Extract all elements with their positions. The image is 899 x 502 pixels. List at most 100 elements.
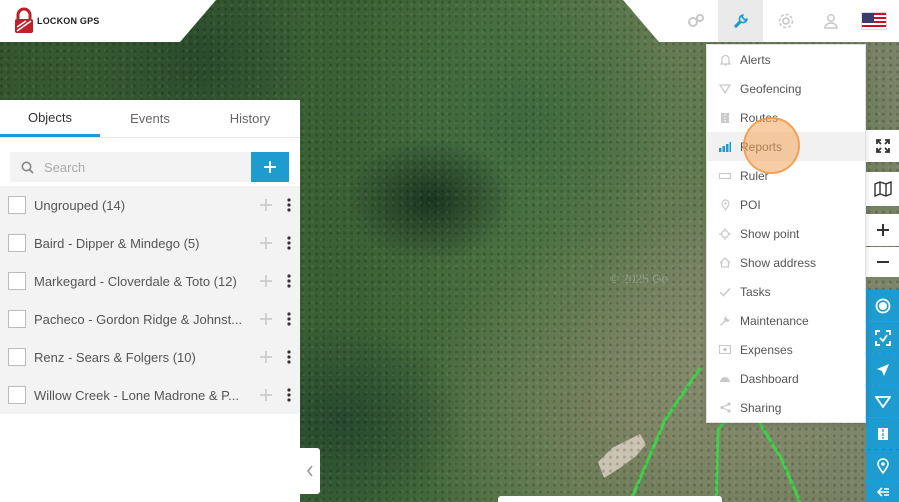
tab-events[interactable]: Events <box>100 100 200 137</box>
menu-item-dashboard[interactable]: Dashboard <box>707 364 865 393</box>
plus-icon <box>260 199 272 211</box>
expand-group-button[interactable] <box>254 186 278 224</box>
group-checkbox[interactable] <box>8 386 26 404</box>
more-toggle-icon <box>876 487 889 497</box>
brand-logo[interactable]: LOCKON GPS <box>14 7 100 35</box>
brand-name: LOCKON GPS <box>37 16 100 26</box>
group-row[interactable]: Pacheco - Gordon Ridge & Johnst... <box>0 300 300 338</box>
expand-group-button[interactable] <box>254 300 278 338</box>
topbar-right <box>623 0 899 42</box>
group-label: Baird - Dipper & Mindego (5) <box>34 235 200 251</box>
bar-chart-icon <box>719 141 731 153</box>
zoom-in-button[interactable] <box>866 214 899 246</box>
map-layers-icon <box>873 181 892 197</box>
group-checkbox[interactable] <box>8 234 26 252</box>
tab-history[interactable]: History <box>200 100 300 137</box>
group-checkbox[interactable] <box>8 348 26 366</box>
add-object-button[interactable] <box>251 152 289 182</box>
search-row <box>0 138 300 186</box>
map-layers-button[interactable] <box>866 172 899 206</box>
wrench-icon <box>719 315 731 327</box>
check-icon <box>719 286 731 298</box>
group-row[interactable]: Willow Creek - Lone Madrone & P... <box>0 376 300 414</box>
objects-settings-button[interactable] <box>673 0 718 42</box>
plus-icon <box>260 351 272 363</box>
menu-item-tasks[interactable]: Tasks <box>707 277 865 306</box>
geofence-toggle-button[interactable] <box>866 386 899 417</box>
expand-group-button[interactable] <box>254 224 278 262</box>
user-icon <box>823 14 838 29</box>
settings-button[interactable] <box>763 0 808 42</box>
group-menu-button[interactable] <box>278 300 300 338</box>
user-button[interactable] <box>808 0 853 42</box>
fit-bounds-button[interactable] <box>866 322 899 353</box>
more-vertical-icon <box>287 274 291 288</box>
collapse-panel-button[interactable] <box>300 448 320 494</box>
menu-item-label: Alerts <box>740 52 771 67</box>
menu-item-poi[interactable]: POI <box>707 190 865 219</box>
route-line <box>628 367 702 502</box>
search-input[interactable] <box>44 159 224 175</box>
objects-panel: Objects Events History Ungrouped (14) <box>0 100 300 502</box>
group-row[interactable]: Baird - Dipper & Mindego (5) <box>0 224 300 262</box>
more-toggle-button[interactable] <box>866 482 899 502</box>
menu-item-routes[interactable]: Routes <box>707 103 865 132</box>
objects-settings-icon <box>687 14 704 27</box>
group-menu-button[interactable] <box>278 376 300 414</box>
menu-item-show-point[interactable]: Show point <box>707 219 865 248</box>
map-clearing <box>598 434 646 478</box>
gauge-icon <box>719 373 731 385</box>
tools-button[interactable] <box>718 0 763 42</box>
menu-item-label: Expenses <box>740 342 793 357</box>
tab-objects[interactable]: Objects <box>0 100 100 137</box>
fullscreen-button[interactable] <box>866 130 899 162</box>
menu-item-geofencing[interactable]: Geofencing <box>707 74 865 103</box>
expand-group-button[interactable] <box>254 338 278 376</box>
routes-toggle-button[interactable] <box>866 418 899 449</box>
objects-toggle-button[interactable] <box>866 290 899 321</box>
menu-item-expenses[interactable]: Expenses <box>707 335 865 364</box>
my-location-button[interactable] <box>866 354 899 385</box>
menu-item-label: Ruler <box>740 168 769 183</box>
menu-item-maintenance[interactable]: Maintenance <box>707 306 865 335</box>
group-menu-button[interactable] <box>278 186 300 224</box>
bell-icon <box>719 54 731 66</box>
menu-item-label: Show point <box>740 226 800 241</box>
zoom-out-button[interactable] <box>866 247 899 277</box>
group-label: Markegard - Cloverdale & Toto (12) <box>34 273 237 289</box>
group-menu-button[interactable] <box>278 224 300 262</box>
menu-item-label: Show address <box>740 255 817 270</box>
more-vertical-icon <box>287 198 291 212</box>
group-checkbox[interactable] <box>8 310 26 328</box>
more-vertical-icon <box>287 350 291 364</box>
menu-item-show-address[interactable]: Show address <box>707 248 865 277</box>
expand-group-button[interactable] <box>254 376 278 414</box>
zoom-in-icon <box>876 224 889 236</box>
geofence-toggle-icon <box>874 395 891 408</box>
poi-toggle-button[interactable] <box>866 450 899 481</box>
map-copyright: © 2025 Go <box>610 272 669 286</box>
routes-toggle-icon <box>877 427 888 440</box>
geofence-icon <box>719 83 731 95</box>
expand-group-button[interactable] <box>254 262 278 300</box>
group-checkbox[interactable] <box>8 196 26 214</box>
plus-icon <box>260 313 272 325</box>
group-label: Pacheco - Gordon Ridge & Johnst... <box>34 311 243 327</box>
menu-item-label: POI <box>740 197 761 212</box>
tools-menu: Alerts Geofencing Routes Reports Ruler P… <box>706 44 866 423</box>
us-flag-icon[interactable] <box>861 12 887 30</box>
more-vertical-icon <box>287 312 291 326</box>
plus-icon <box>264 161 276 173</box>
group-row[interactable]: Markegard - Cloverdale & Toto (12) <box>0 262 300 300</box>
group-row[interactable]: Ungrouped (14) <box>0 186 300 224</box>
route-line <box>750 409 802 502</box>
menu-item-sharing[interactable]: Sharing <box>707 393 865 422</box>
group-menu-button[interactable] <box>278 338 300 376</box>
group-row[interactable]: Renz - Sears & Folgers (10) <box>0 338 300 376</box>
menu-item-alerts[interactable]: Alerts <box>707 45 865 74</box>
group-checkbox[interactable] <box>8 272 26 290</box>
menu-item-ruler[interactable]: Ruler <box>707 161 865 190</box>
group-label: Willow Creek - Lone Madrone & P... <box>34 387 239 403</box>
group-menu-button[interactable] <box>278 262 300 300</box>
menu-item-reports[interactable]: Reports <box>707 132 865 161</box>
